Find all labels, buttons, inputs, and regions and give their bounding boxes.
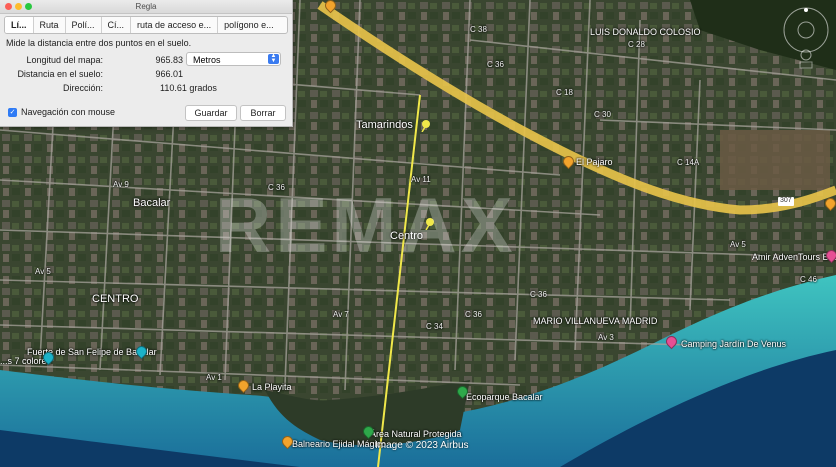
mouse-navigation-label: Navegación con mouse (21, 107, 116, 117)
heading-value: 110.61 grados (160, 83, 217, 93)
road-c34: C 34 (426, 322, 443, 331)
road-av3: Av 3 (598, 333, 614, 342)
map-length-value: 965.83 (155, 55, 183, 65)
road-av9: Av 9 (113, 180, 129, 189)
place-balneario: Balneario Ejidal Mágico (292, 439, 387, 449)
save-button[interactable]: Guardar (185, 105, 237, 121)
route-shield-label: 307 (780, 197, 792, 204)
ground-length-label: Distancia en el suelo: (17, 69, 103, 79)
tab-polygon[interactable]: Polí... (66, 17, 102, 33)
tab-3d-polygon[interactable]: polígono e... (218, 17, 280, 33)
map-length-label: Longitud del mapa: (26, 55, 103, 65)
clear-button[interactable]: Borrar (240, 105, 286, 121)
heading-label: Dirección: (62, 83, 103, 93)
road-av5-b: Av 5 (730, 240, 746, 249)
select-chevron-icon: ▲ ▼ (268, 53, 279, 64)
place-el-pajaro: El Pajaro (576, 157, 613, 167)
compass-north-marker[interactable] (804, 8, 808, 12)
road-av5-a: Av 5 (35, 267, 51, 276)
tab-circle[interactable]: Cí... (102, 17, 132, 33)
unit-select[interactable]: Metros ▲ ▼ (186, 52, 281, 66)
tab-3d-path[interactable]: ruta de acceso e... (131, 17, 219, 33)
road-c36-a: C 36 (487, 60, 504, 69)
place-ecoparque: Ecoparque Bacalar (466, 392, 543, 402)
zoom-window-button[interactable] (25, 3, 32, 10)
ruler-window: Regla Lí... Ruta Polí... Cí... ruta de a… (0, 0, 293, 127)
place-centro-area: CENTRO (92, 293, 139, 305)
pushpin-tamarindos-icon[interactable] (420, 120, 432, 132)
place-la-playita: La Playita (252, 382, 292, 392)
place-luis-donaldo-colosio: LUIS DONALDO COLOSIO (590, 27, 701, 37)
road-c38: C 38 (470, 25, 487, 34)
watermark: REMAX (215, 181, 517, 269)
place-bacalar: Bacalar (133, 197, 171, 209)
road-av1: Av 1 (206, 373, 222, 382)
close-window-button[interactable] (5, 3, 12, 10)
tab-line[interactable]: Lí... (5, 17, 34, 33)
road-av7: Av 7 (333, 310, 349, 319)
tab-path[interactable]: Ruta (34, 17, 66, 33)
mouse-navigation-checkbox[interactable]: ✓ (8, 108, 17, 117)
unit-select-value: Metros (193, 55, 221, 65)
road-c14a: C 14A (677, 158, 700, 167)
place-mario-villanueva: MARIO VILLANUEVA MADRID (533, 316, 658, 326)
minimize-window-button[interactable] (15, 3, 22, 10)
measure-tabs: Lí... Ruta Polí... Cí... ruta de acceso … (4, 16, 288, 34)
road-c18: C 18 (556, 88, 573, 97)
window-title: Regla (135, 2, 157, 11)
place-camping: Camping Jardín De Venus (681, 339, 787, 349)
imagery-credit: Image © 2023 Airbus (375, 440, 469, 451)
ruler-description: Mide la distancia entre dos puntos en el… (6, 38, 192, 48)
road-c28: C 28 (628, 40, 645, 49)
road-c30: C 30 (594, 110, 611, 119)
place-tamarindos: Tamarindos (356, 119, 413, 131)
place-area-natural: Área Natural Protegida (370, 429, 462, 439)
road-c36-d: C 36 (530, 290, 547, 299)
road-c46: C 46 (800, 275, 817, 284)
ruler-titlebar[interactable]: Regla (0, 0, 292, 14)
clearing-area (720, 130, 830, 190)
place-amir: Amir AdvenTours Bacalar (752, 252, 836, 262)
road-c36-c: C 36 (465, 310, 482, 319)
ground-length-value: 966.01 (155, 69, 183, 79)
